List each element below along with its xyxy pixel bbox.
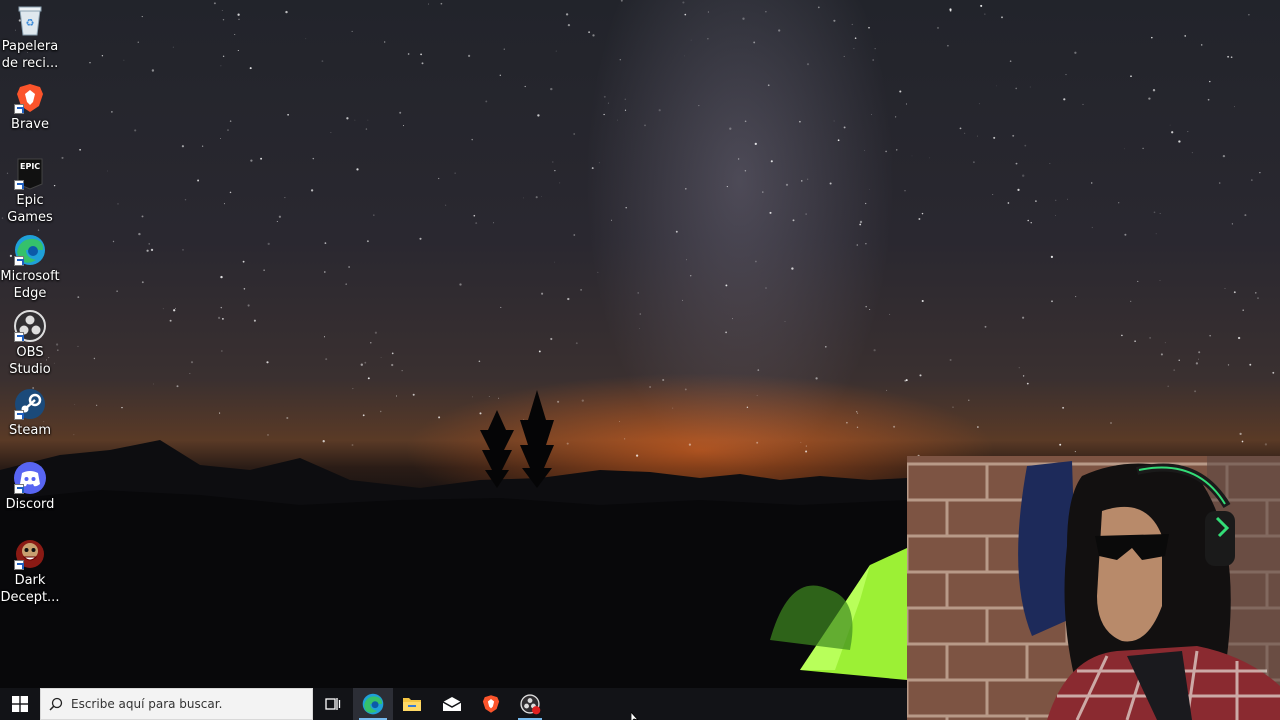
shortcut-arrow-icon [14, 104, 24, 114]
shortcut-arrow-icon [14, 560, 24, 570]
discord-icon [14, 462, 46, 494]
desktop-icon-label: Edge [13, 286, 47, 301]
webcam-overlay [907, 456, 1280, 720]
desktop-icon-dark-deception[interactable]: Dark Decept... [0, 538, 60, 607]
shortcut-arrow-icon [14, 484, 24, 494]
taskbar-mail-button[interactable] [432, 688, 472, 720]
desktop-icon-label: Epic [16, 193, 44, 208]
dark-deception-icon [14, 538, 46, 570]
desktop-icon-label: Decept... [0, 590, 60, 605]
shortcut-arrow-icon [14, 180, 24, 190]
task-view-button[interactable] [313, 688, 353, 720]
obs-icon [14, 310, 46, 342]
desktop-icon-label: Steam [9, 423, 51, 438]
webcam-person-image [907, 456, 1280, 720]
desktop-icon-discord[interactable]: Discord [0, 462, 60, 514]
desktop-icon-label: Papelera [1, 39, 59, 54]
mouse-cursor-icon [631, 712, 639, 720]
brave-icon [482, 695, 500, 713]
steam-icon [14, 388, 46, 420]
edge-icon [14, 234, 46, 266]
desktop-icon-label: Studio [9, 362, 51, 377]
brave-icon [14, 82, 46, 114]
start-button[interactable] [0, 688, 40, 720]
shortcut-arrow-icon [14, 410, 24, 420]
taskbar-brave-button[interactable] [471, 688, 511, 720]
desktop-icon-obs-studio[interactable]: OBS Studio [0, 310, 60, 379]
desktop-icon-recycle-bin[interactable]: ♻ Papelera de reci... [0, 4, 60, 73]
svg-text:♻: ♻ [26, 18, 35, 29]
desktop-icon-brave[interactable]: Brave [0, 82, 60, 134]
shortcut-arrow-icon [14, 332, 24, 342]
desktop-icon-label: de reci... [1, 56, 59, 71]
mail-icon [442, 697, 462, 711]
search-input[interactable] [71, 697, 301, 711]
taskbar-obs-button[interactable] [510, 688, 550, 720]
desktop-icon-label: OBS [16, 345, 44, 360]
desktop-icon-label: Dark [14, 573, 46, 588]
desktop-icon-epic-games[interactable]: EPIC Epic Games ... [0, 158, 60, 245]
epic-badge-text: EPIC [20, 162, 41, 171]
start-icon [12, 696, 28, 712]
desktop-icon-label: Discord [5, 497, 55, 512]
taskbar-search-box[interactable] [40, 688, 313, 720]
file-explorer-icon [403, 698, 421, 711]
task-view-icon [325, 698, 341, 710]
taskbar [0, 688, 907, 720]
shortcut-arrow-icon [14, 256, 24, 266]
taskbar-edge-button[interactable] [353, 688, 393, 720]
obs-recording-icon [520, 694, 541, 715]
desktop-icon-label: Brave [11, 117, 49, 132]
search-icon [41, 688, 71, 720]
edge-icon [362, 693, 384, 715]
desktop-icon-microsoft-edge[interactable]: Microsoft Edge [0, 234, 60, 303]
taskbar-file-explorer-button[interactable] [392, 688, 432, 720]
desktop-icon-steam[interactable]: Steam [0, 388, 60, 440]
epic-games-icon: EPIC [14, 158, 46, 190]
recycle-bin-icon: ♻ [14, 4, 46, 36]
desktop-icon-label: Microsoft [0, 269, 60, 284]
